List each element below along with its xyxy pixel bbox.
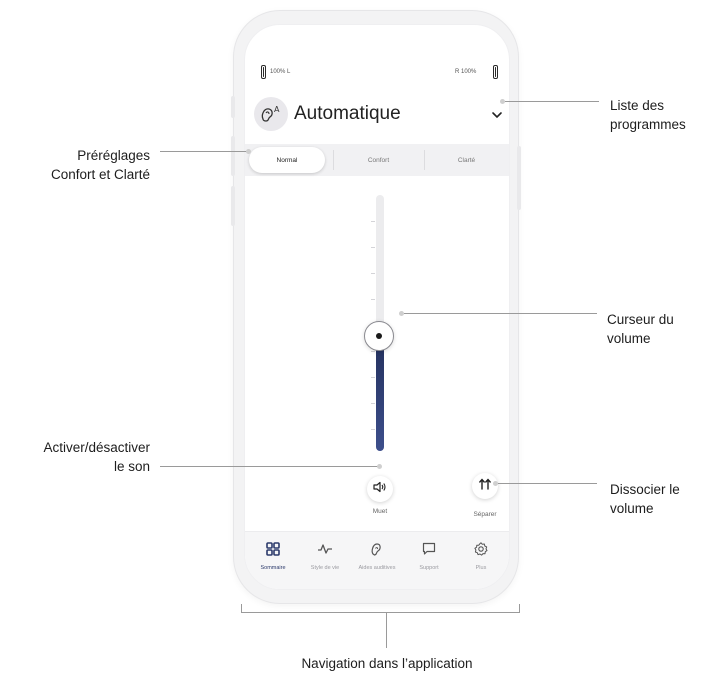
preset-normal-button[interactable]: Normal <box>249 147 325 173</box>
separate-button[interactable] <box>472 473 498 499</box>
separate-label: Séparer <box>473 511 497 518</box>
chevron-down-icon[interactable] <box>491 107 503 125</box>
callout-line <box>404 313 597 314</box>
ear-a-icon: A <box>254 97 288 131</box>
preset-clarte-button[interactable]: Clarté <box>424 144 509 176</box>
nav-item-sommaire[interactable]: Sommaire <box>247 542 299 571</box>
speaker-icon <box>373 480 387 498</box>
battery-right-icon <box>493 65 498 79</box>
nav-label: Aides auditives <box>358 565 396 571</box>
activity-icon <box>317 542 333 561</box>
hearing-aid-icon <box>370 542 384 561</box>
svg-text:A: A <box>274 105 280 114</box>
bottom-navigation: Sommaire Style de vie Aides auditives Su… <box>245 531 509 589</box>
battery-left-label: 100% L <box>270 69 291 75</box>
callout-presets: Préréglages Confort et Clarté <box>50 148 150 182</box>
nav-label: Sommaire <box>260 565 286 571</box>
chat-icon <box>422 542 436 561</box>
nav-item-plus[interactable]: Plus <box>455 542 507 571</box>
nav-item-support[interactable]: Support <box>403 542 455 571</box>
phone-side-button <box>231 136 235 176</box>
nav-label: Plus <box>475 565 487 571</box>
split-arrows-icon <box>478 477 492 495</box>
callout-line <box>160 151 248 152</box>
phone-screen: 100% L R 100% A Automatique Normal Confo… <box>244 24 510 590</box>
phone-side-button <box>517 146 521 210</box>
gear-icon <box>474 542 488 561</box>
callout-programs-list: Liste des programmes <box>610 98 686 132</box>
volume-slider-fill <box>376 336 384 451</box>
bracket-bottom <box>241 612 520 613</box>
nav-item-style-de-vie[interactable]: Style de vie <box>299 542 351 571</box>
preset-segmented-control: Normal Confort Clarté <box>245 144 509 176</box>
volume-slider-knob[interactable] <box>364 321 394 351</box>
callout-line <box>505 101 599 102</box>
callout-mute: Activer/désactiver le son <box>43 440 150 474</box>
program-title[interactable]: Automatique <box>294 103 401 125</box>
battery-left-icon <box>261 65 266 79</box>
nav-label: Support <box>419 565 439 571</box>
callout-volume-slider: Curseur du volume <box>607 312 674 346</box>
callout-line <box>498 483 597 484</box>
callout-navigation: Navigation dans l’application <box>301 656 473 671</box>
battery-right-label: R 100% <box>455 69 477 75</box>
bracket-stem <box>386 612 387 648</box>
callout-dissociate: Dissocier le volume <box>610 482 680 516</box>
nav-item-aides-auditives[interactable]: Aides auditives <box>351 542 403 571</box>
mute-label: Muet <box>372 508 388 515</box>
nav-label: Style de vie <box>310 565 340 571</box>
grid-icon <box>266 542 280 561</box>
preset-confort-button[interactable]: Confort <box>333 144 424 176</box>
callout-line <box>160 466 378 467</box>
mute-button[interactable] <box>367 476 393 502</box>
phone-side-button <box>231 186 235 226</box>
callout-dot <box>246 149 251 154</box>
callout-dot <box>377 464 382 469</box>
phone-side-button <box>231 96 235 118</box>
